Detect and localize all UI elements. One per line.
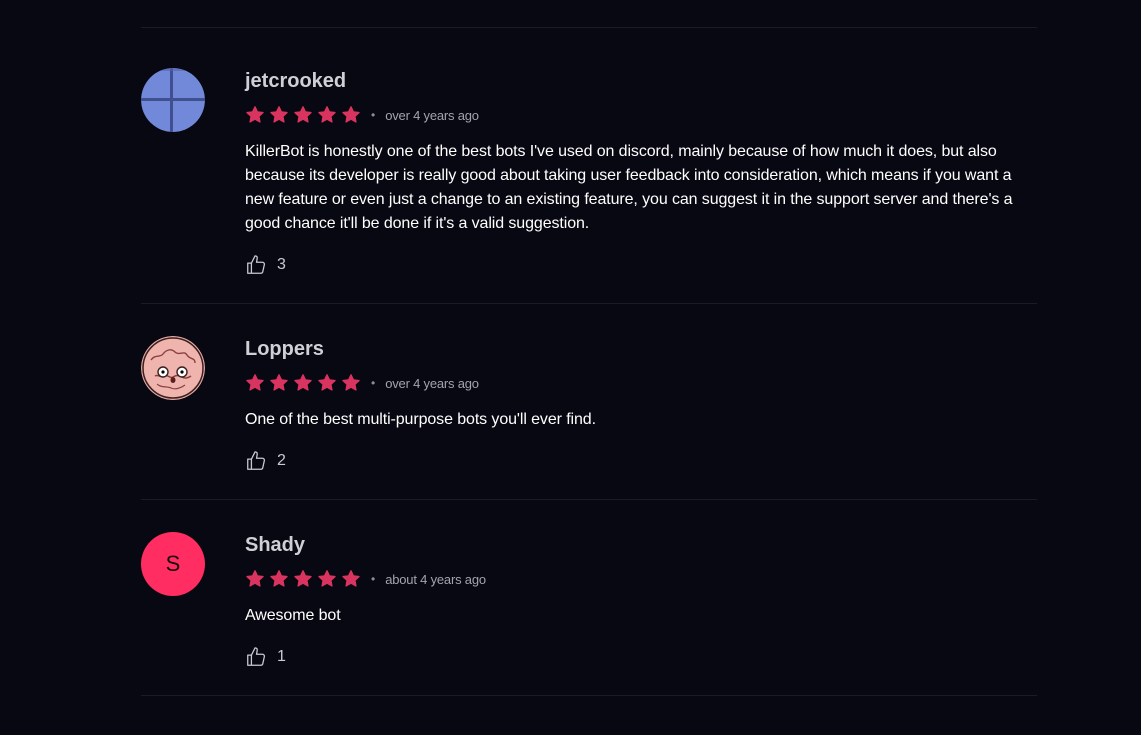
- star-icon: [293, 569, 313, 589]
- star-icon: [341, 569, 361, 589]
- review-time: over 4 years ago: [385, 375, 479, 391]
- avatar[interactable]: S: [141, 532, 205, 596]
- review-text: Awesome bot: [245, 607, 341, 624]
- review-time: about 4 years ago: [385, 571, 486, 587]
- review-time: over 4 years ago: [385, 107, 479, 123]
- review-meta: • over 4 years ago: [245, 373, 1037, 393]
- review-item: Loppers • over 4 years ago One of the be…: [141, 304, 1037, 499]
- review-content: Shady • about 4 years ago Awesome bot 1: [245, 532, 1037, 668]
- like-button[interactable]: 3: [245, 254, 1037, 276]
- avatar[interactable]: [141, 336, 205, 400]
- review-text: One of the best multi-purpose bots you'l…: [245, 411, 596, 428]
- like-count: 2: [277, 452, 286, 469]
- avatar-letter: S: [165, 551, 181, 576]
- like-count: 1: [277, 648, 286, 665]
- review-item: jetcrooked • over 4 years ago KillerBot …: [141, 28, 1037, 303]
- windows-logo-icon: [141, 68, 205, 132]
- review-content: jetcrooked • over 4 years ago KillerBot …: [245, 68, 1037, 276]
- avatar[interactable]: [141, 68, 205, 132]
- divider: [141, 695, 1037, 696]
- star-icon: [245, 373, 265, 393]
- star-icon: [245, 569, 265, 589]
- separator-dot: •: [371, 572, 376, 586]
- like-button[interactable]: 2: [245, 450, 1037, 472]
- star-icon: [269, 105, 289, 125]
- star-icon: [317, 373, 337, 393]
- review-username[interactable]: Shady: [245, 532, 1037, 558]
- reviews-list: jetcrooked • over 4 years ago KillerBot …: [141, 27, 1037, 696]
- thumbs-up-icon[interactable]: [245, 450, 267, 472]
- star-icon: [293, 373, 313, 393]
- review-item: S Shady • about 4 years ago Awesome bot …: [141, 500, 1037, 695]
- star-icon: [269, 373, 289, 393]
- review-text: KillerBot is honestly one of the best bo…: [245, 143, 1013, 232]
- like-button[interactable]: 1: [245, 646, 1037, 668]
- star-icon: [341, 373, 361, 393]
- star-rating: [245, 373, 361, 393]
- separator-dot: •: [371, 108, 376, 122]
- star-icon: [317, 569, 337, 589]
- star-icon: [317, 105, 337, 125]
- thumbs-up-icon[interactable]: [245, 646, 267, 668]
- brain-creature-icon: [141, 336, 205, 400]
- review-meta: • over 4 years ago: [245, 105, 1037, 125]
- thumbs-up-icon[interactable]: [245, 254, 267, 276]
- like-count: 3: [277, 256, 286, 273]
- star-icon: [341, 105, 361, 125]
- review-username[interactable]: jetcrooked: [245, 68, 1037, 94]
- separator-dot: •: [371, 376, 376, 390]
- star-icon: [269, 569, 289, 589]
- review-meta: • about 4 years ago: [245, 569, 1037, 589]
- star-rating: [245, 105, 361, 125]
- star-icon: [245, 105, 265, 125]
- review-content: Loppers • over 4 years ago One of the be…: [245, 336, 1037, 472]
- star-rating: [245, 569, 361, 589]
- star-icon: [293, 105, 313, 125]
- review-username[interactable]: Loppers: [245, 336, 1037, 362]
